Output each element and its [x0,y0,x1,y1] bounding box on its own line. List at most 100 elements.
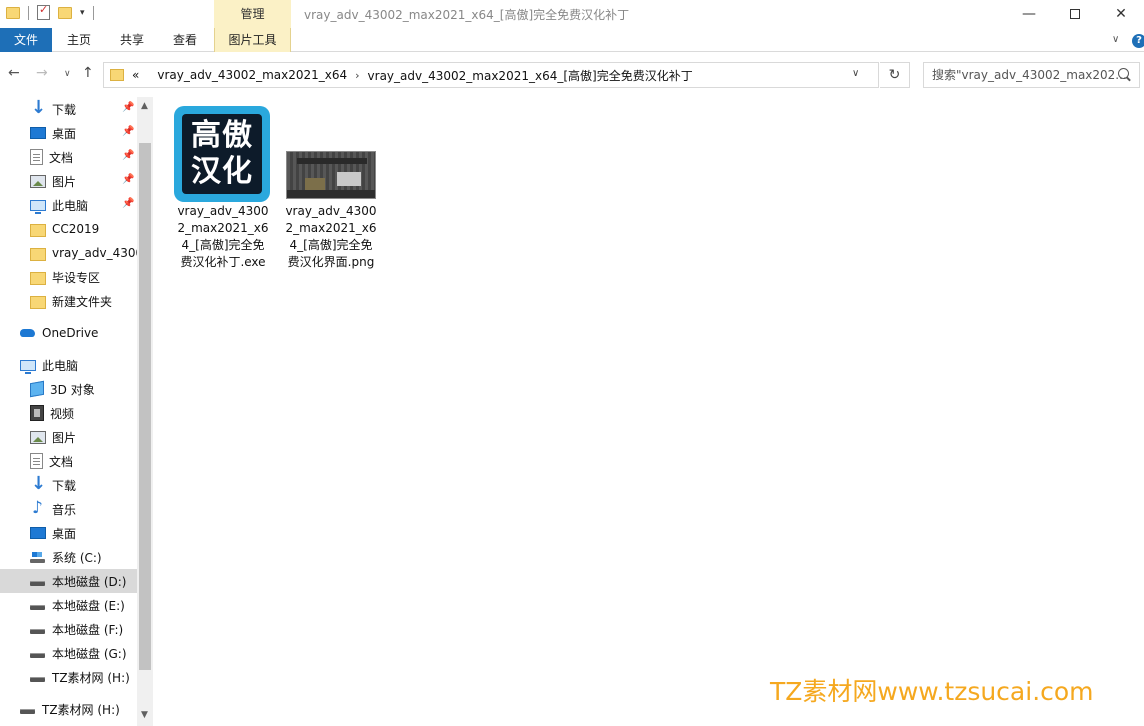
sidebar-item-drive-d[interactable]: 本地磁盘 (D:) [0,569,137,593]
sidebar-item-label: 文档 [49,454,74,469]
sidebar-item-this-pc[interactable]: 此电脑 [0,353,137,377]
sidebar-item-new-folder[interactable]: 新建文件夹 [0,289,137,313]
tab-view[interactable]: 查看 [162,28,208,52]
sidebar-item-pictures-pc[interactable]: 图片 [0,425,137,449]
sidebar-item-network-drive-h[interactable]: TZ素材网 (H:) [0,697,137,721]
pin-icon[interactable]: 📌 [122,174,134,185]
sidebar-item-label: 图片 [52,430,77,445]
manage-context-tab[interactable]: 管理 [214,0,291,28]
minimize-button[interactable]: — [1006,0,1052,28]
sidebar-item-label: 新建文件夹 [52,294,113,309]
tab-file[interactable]: 文件 [0,28,52,52]
sidebar-item-drive-h[interactable]: TZ素材网 (H:) [0,665,137,689]
close-button[interactable]: ✕ [1098,0,1144,28]
sidebar-item-drive-g[interactable]: 本地磁盘 (G:) [0,641,137,665]
recent-locations-button[interactable]: ∨ [64,69,71,79]
sidebar-item-desktop-pc[interactable]: 桌面 [0,521,137,545]
sidebar-item-label: 桌面 [52,526,77,541]
file-item-exe[interactable]: vray_adv_43002_max2021_x64_[高傲]完全免费汉化补丁.… [174,203,272,271]
desktop-icon [30,527,46,539]
sidebar-item-3d-objects[interactable]: 3D 对象 [0,377,137,401]
folder-icon [30,247,46,261]
file-item-png[interactable]: vray_adv_43002_max2021_x64_[高傲]完全免费汉化界面.… [282,203,380,271]
sidebar-item-label: 系统 (C:) [52,550,102,565]
scrollbar-thumb[interactable] [139,143,151,670]
sidebar-item-pictures[interactable]: 图片 📌 [0,169,137,193]
computer-icon [30,199,46,214]
navigation-bar: ← → ∨ ↑ « vray_adv_43002_max2021_x64 › v… [0,53,1144,97]
download-icon [30,97,46,118]
tab-picture-tools[interactable]: 图片工具 [214,28,291,52]
separator [92,5,94,20]
png-thumbnail[interactable] [286,151,376,199]
breadcrumb-item-current[interactable]: vray_adv_43002_max2021_x64_[高傲]完全免费汉化补丁 [368,67,693,84]
sidebar-item-drive-f[interactable]: 本地磁盘 (F:) [0,617,137,641]
search-icon[interactable] [1118,68,1129,79]
sidebar-item-downloads-pc[interactable]: 下载 [0,473,137,497]
qat-dropdown-icon[interactable]: ▾ [80,8,85,18]
chevron-down-icon[interactable]: ∨ [1112,34,1119,45]
sidebar-item-graduation[interactable]: 毕设专区 [0,265,137,289]
folder-icon [30,295,46,309]
up-button[interactable]: ↑ [82,65,94,81]
download-icon [30,473,46,494]
sidebar-item-videos[interactable]: 视频 [0,401,137,425]
separator [28,5,29,20]
sidebar-item-drive-e[interactable]: 本地磁盘 (E:) [0,593,137,617]
sidebar-item-documents-pc[interactable]: 文档 [0,449,137,473]
file-list: 高傲 汉化 vray_adv_43002_max2021_x64_[高傲]完全免… [153,97,1144,726]
address-bar[interactable]: « vray_adv_43002_max2021_x64 › vray_adv_… [103,62,879,88]
window-title: vray_adv_43002_max2021_x64_[高傲]完全免费汉化补丁 [304,8,630,22]
watermark: TZ素材网www.tzsucai.com [770,677,1094,706]
refresh-button[interactable]: ↻ [880,62,910,88]
thumbnail-panel [305,178,325,190]
sidebar-item-music[interactable]: 音乐 [0,497,137,521]
tab-home[interactable]: 主页 [56,28,102,52]
folder-icon [110,69,124,81]
drive-icon [30,621,46,637]
exe-icon-label: 高傲 汉化 [182,114,262,194]
address-dropdown-icon[interactable]: ∨ [852,68,859,79]
sidebar-item-vray-folder[interactable]: vray_adv_43002_max2021_x64 [0,241,137,265]
search-input[interactable]: 搜索"vray_adv_43002_max202... [923,62,1140,88]
document-icon [30,149,43,165]
folder-icon [30,223,46,237]
new-folder-icon[interactable] [58,6,72,19]
sidebar-item-label: 文档 [49,150,74,165]
sidebar-item-label: 图片 [52,174,77,189]
scroll-down-icon[interactable]: ▼ [141,710,148,720]
sidebar-item-onedrive[interactable]: OneDrive [0,321,137,345]
sidebar-item-label: 3D 对象 [50,382,95,397]
exe-app-icon[interactable]: 高傲 汉化 [174,106,270,202]
pin-icon[interactable]: 📌 [122,126,134,137]
title-bar: ▾ 管理 vray_adv_43002_max2021_x64_[高傲]完全免费… [0,0,1144,28]
sidebar-item-documents[interactable]: 文档 📌 [0,145,137,169]
sidebar-item-drive-c[interactable]: 系统 (C:) [0,545,137,569]
properties-icon[interactable] [37,3,50,20]
back-button[interactable]: ← [8,65,20,81]
help-icon[interactable]: ? [1132,34,1144,48]
drive-icon [20,701,36,717]
sidebar-item-label: TZ素材网 (H:) [42,702,120,717]
sidebar-item-downloads[interactable]: 下载 📌 [0,97,137,121]
drive-icon [30,645,46,661]
navigation-pane: 下载 📌 桌面 📌 文档 📌 图片 📌 此电脑 📌 CC2019 [0,97,153,726]
sidebar-scrollbar[interactable]: ▲ ▼ [137,97,153,726]
maximize-button[interactable] [1052,0,1098,28]
sidebar-item-cc2019[interactable]: CC2019 [0,217,137,241]
sidebar-item-this-pc-quick[interactable]: 此电脑 📌 [0,193,137,217]
forward-button[interactable]: → [36,65,48,81]
video-icon [30,405,44,421]
chevron-right-icon[interactable]: › [355,69,359,82]
pin-icon[interactable]: 📌 [122,198,134,209]
thumbnail-footer [287,190,375,198]
pin-icon[interactable]: 📌 [122,150,134,161]
breadcrumb-overflow[interactable]: « [132,68,139,82]
breadcrumb-item-parent[interactable]: vray_adv_43002_max2021_x64 [157,68,347,82]
system-drive-icon [30,549,46,565]
sidebar-item-desktop[interactable]: 桌面 📌 [0,121,137,145]
scroll-up-icon[interactable]: ▲ [141,101,148,111]
tab-share[interactable]: 共享 [108,28,156,52]
pin-icon[interactable]: 📌 [122,102,134,113]
folder-icon[interactable] [6,6,20,19]
